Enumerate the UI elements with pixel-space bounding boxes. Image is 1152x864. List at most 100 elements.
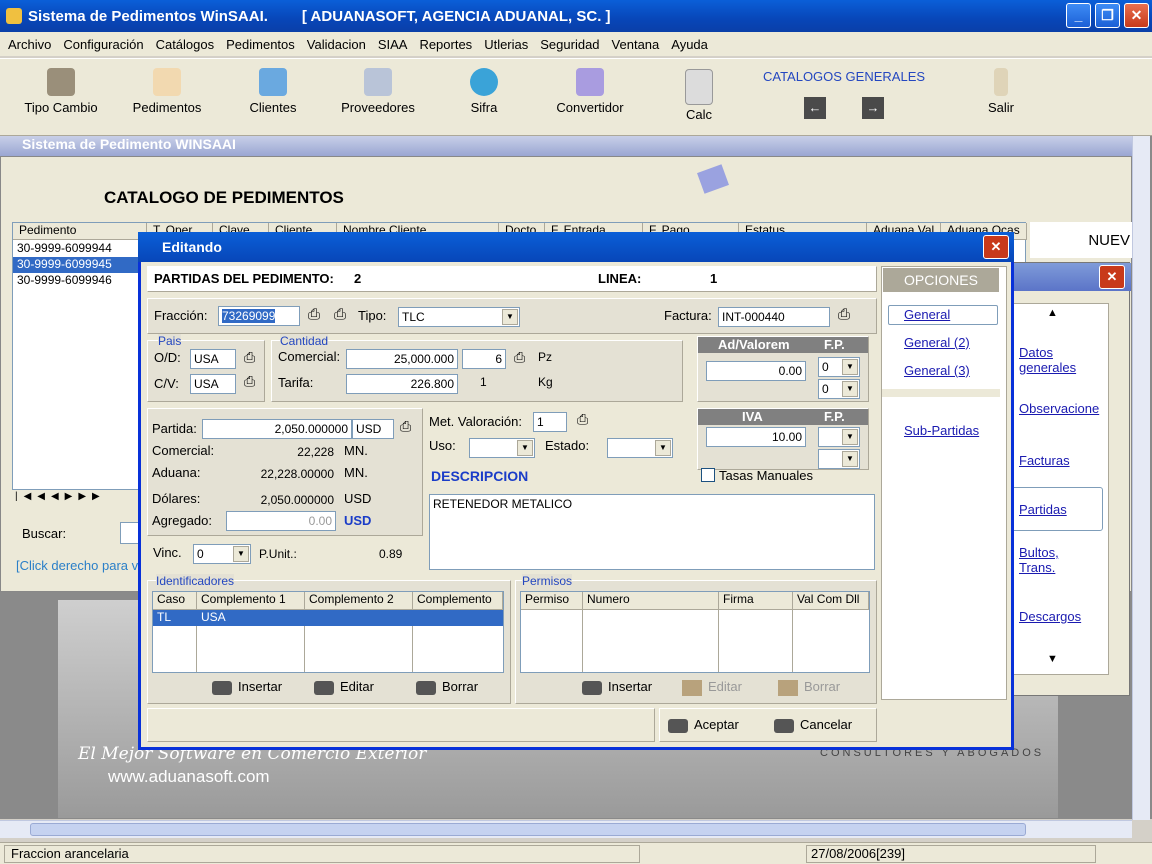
chevron-down-icon[interactable]: ▼: [842, 429, 858, 445]
lookup-icon[interactable]: ⎙: [244, 349, 255, 366]
hscroll-thumb[interactable]: [30, 823, 1026, 836]
side-observaciones[interactable]: Observacione: [1019, 401, 1099, 416]
ident-col-comp3[interactable]: Complemento: [413, 592, 503, 610]
fp1-select[interactable]: 0 ▼: [818, 357, 860, 377]
perm-col-firma[interactable]: Firma: [719, 592, 793, 610]
list-item[interactable]: 30-9999-6099946: [17, 273, 112, 287]
comercial-input[interactable]: 25,000.000: [346, 349, 458, 369]
proveedores-button[interactable]: Proveedores: [334, 59, 422, 137]
dialog-close-icon[interactable]: ✕: [983, 235, 1009, 259]
tasas-manuales-checkbox[interactable]: [701, 468, 715, 482]
convertidor-button[interactable]: Convertidor: [550, 59, 630, 137]
menu-seguridad[interactable]: Seguridad: [534, 37, 605, 52]
perm-col-numero[interactable]: Numero: [583, 592, 719, 610]
close-icon[interactable]: ✕: [1124, 3, 1149, 28]
menu-validacion[interactable]: Validacion: [301, 37, 372, 52]
list-item[interactable]: 30-9999-6099944: [17, 241, 112, 255]
fp2-select[interactable]: 0 ▼: [818, 379, 860, 399]
pedimentos-button[interactable]: Pedimentos: [126, 59, 208, 137]
sifra-button[interactable]: Sifra: [462, 59, 506, 137]
ident-col-caso[interactable]: Caso: [153, 592, 197, 610]
scroll-down-icon[interactable]: ▼: [1047, 653, 1058, 665]
advalorem-input[interactable]: 0.00: [706, 361, 806, 381]
perm-editar-button[interactable]: Editar: [682, 679, 742, 696]
arrow-right-icon[interactable]: →: [862, 97, 884, 119]
record-navigator[interactable]: |◀◀◀▶▶▶: [15, 491, 141, 509]
menu-catalogos[interactable]: Catálogos: [150, 37, 221, 52]
list-item-selected[interactable]: 30-9999-6099945: [13, 257, 147, 273]
chevron-down-icon[interactable]: ▼: [842, 381, 858, 397]
fraccion-input[interactable]: 73269099: [218, 306, 300, 326]
menu-reportes[interactable]: Reportes: [413, 37, 478, 52]
side-descargos[interactable]: Descargos: [1019, 609, 1081, 624]
salir-button[interactable]: Salir: [980, 59, 1022, 137]
cv-input[interactable]: USA: [190, 374, 236, 394]
iva-fp1-select[interactable]: ▼: [818, 427, 860, 447]
menu-pedimentos[interactable]: Pedimentos: [220, 37, 301, 52]
table-row[interactable]: TL USA: [153, 610, 503, 626]
menu-archivo[interactable]: Archivo: [2, 37, 57, 52]
chevron-down-icon[interactable]: ▼: [233, 546, 249, 562]
scroll-up-icon[interactable]: ▲: [1047, 307, 1058, 319]
chevron-down-icon[interactable]: ▼: [502, 309, 518, 325]
perm-col-valcom[interactable]: Val Com Dll: [793, 592, 869, 610]
side-close-icon[interactable]: ✕: [1099, 265, 1125, 289]
od-input[interactable]: USA: [190, 349, 236, 369]
calc-button[interactable]: Calc: [680, 59, 718, 137]
factura-input[interactable]: INT-000440: [718, 307, 830, 327]
ident-col-comp1[interactable]: Complemento 1: [197, 592, 305, 610]
clientes-button[interactable]: Clientes: [242, 59, 304, 137]
side-bultos[interactable]: Bultos, Trans.: [1019, 545, 1079, 575]
nuevo-button[interactable]: NUEV: [1030, 222, 1132, 258]
aceptar-button[interactable]: Aceptar: [668, 717, 739, 733]
lookup-icon[interactable]: ⎙: [244, 373, 255, 390]
permisos-grid[interactable]: Permiso Numero Firma Val Com Dll: [520, 591, 870, 673]
menu-configuracion[interactable]: Configuración: [57, 37, 149, 52]
perm-col-permiso[interactable]: Permiso: [521, 592, 583, 610]
agregado-input[interactable]: 0.00: [226, 511, 336, 531]
estado-select[interactable]: ▼: [607, 438, 673, 458]
side-facturas[interactable]: Facturas: [1019, 453, 1070, 468]
perm-insertar-button[interactable]: Insertar: [582, 679, 652, 695]
partida-input[interactable]: 2,050.000000: [202, 419, 352, 439]
lookup-icon[interactable]: ⎙: [400, 418, 411, 435]
chevron-down-icon[interactable]: ▼: [517, 440, 533, 456]
ident-borrar-button[interactable]: Borrar: [416, 679, 478, 695]
tipo-select[interactable]: TLC ▼: [398, 307, 520, 327]
maximize-icon[interactable]: ❐: [1095, 3, 1120, 28]
iva-input[interactable]: 10.00: [706, 427, 806, 447]
buscar-input[interactable]: [120, 522, 140, 544]
opcion-subpartidas[interactable]: Sub-Partidas: [904, 423, 979, 438]
cancelar-button[interactable]: Cancelar: [774, 717, 852, 733]
menu-ventana[interactable]: Ventana: [606, 37, 666, 52]
tipo-cambio-button[interactable]: Tipo Cambio: [18, 59, 104, 137]
chevron-down-icon[interactable]: ▼: [655, 440, 671, 456]
ident-insertar-button[interactable]: Insertar: [212, 679, 282, 695]
descripcion-textarea[interactable]: RETENEDOR METALICO: [429, 494, 875, 570]
chevron-down-icon[interactable]: ▼: [842, 451, 858, 467]
uso-select[interactable]: ▼: [469, 438, 535, 458]
side-datos-generales[interactable]: Datos generales: [1019, 345, 1099, 375]
moneda-input[interactable]: USD: [352, 419, 394, 439]
opcion-general-2[interactable]: General (2): [904, 335, 970, 350]
menu-ayuda[interactable]: Ayuda: [665, 37, 714, 52]
minimize-icon[interactable]: _: [1066, 3, 1091, 28]
opcion-general-3[interactable]: General (3): [904, 363, 970, 378]
vertical-scrollbar[interactable]: [1132, 136, 1150, 820]
ident-editar-button[interactable]: Editar: [314, 679, 374, 695]
lookup-icon[interactable]: ⎙: [514, 349, 525, 366]
opcion-general[interactable]: General: [904, 307, 950, 322]
chevron-down-icon[interactable]: ▼: [842, 359, 858, 375]
side-partidas[interactable]: Partidas: [1019, 502, 1067, 517]
arrow-left-icon[interactable]: ←: [804, 97, 826, 119]
perm-borrar-button[interactable]: Borrar: [778, 679, 840, 696]
col-pedimento[interactable]: Pedimento: [13, 223, 147, 240]
menu-utilerias[interactable]: Utlerias: [478, 37, 534, 52]
tarifa-input[interactable]: 226.800: [346, 374, 458, 394]
identificadores-grid[interactable]: Caso Complemento 1 Complemento 2 Complem…: [152, 591, 504, 673]
menu-siaa[interactable]: SIAA: [372, 37, 414, 52]
horizontal-scrollbar[interactable]: [0, 820, 1132, 838]
lookup-icon[interactable]: ⎙: [334, 306, 346, 323]
metval-input[interactable]: 1: [533, 412, 567, 432]
lookup-icon[interactable]: ⎙: [308, 306, 320, 323]
